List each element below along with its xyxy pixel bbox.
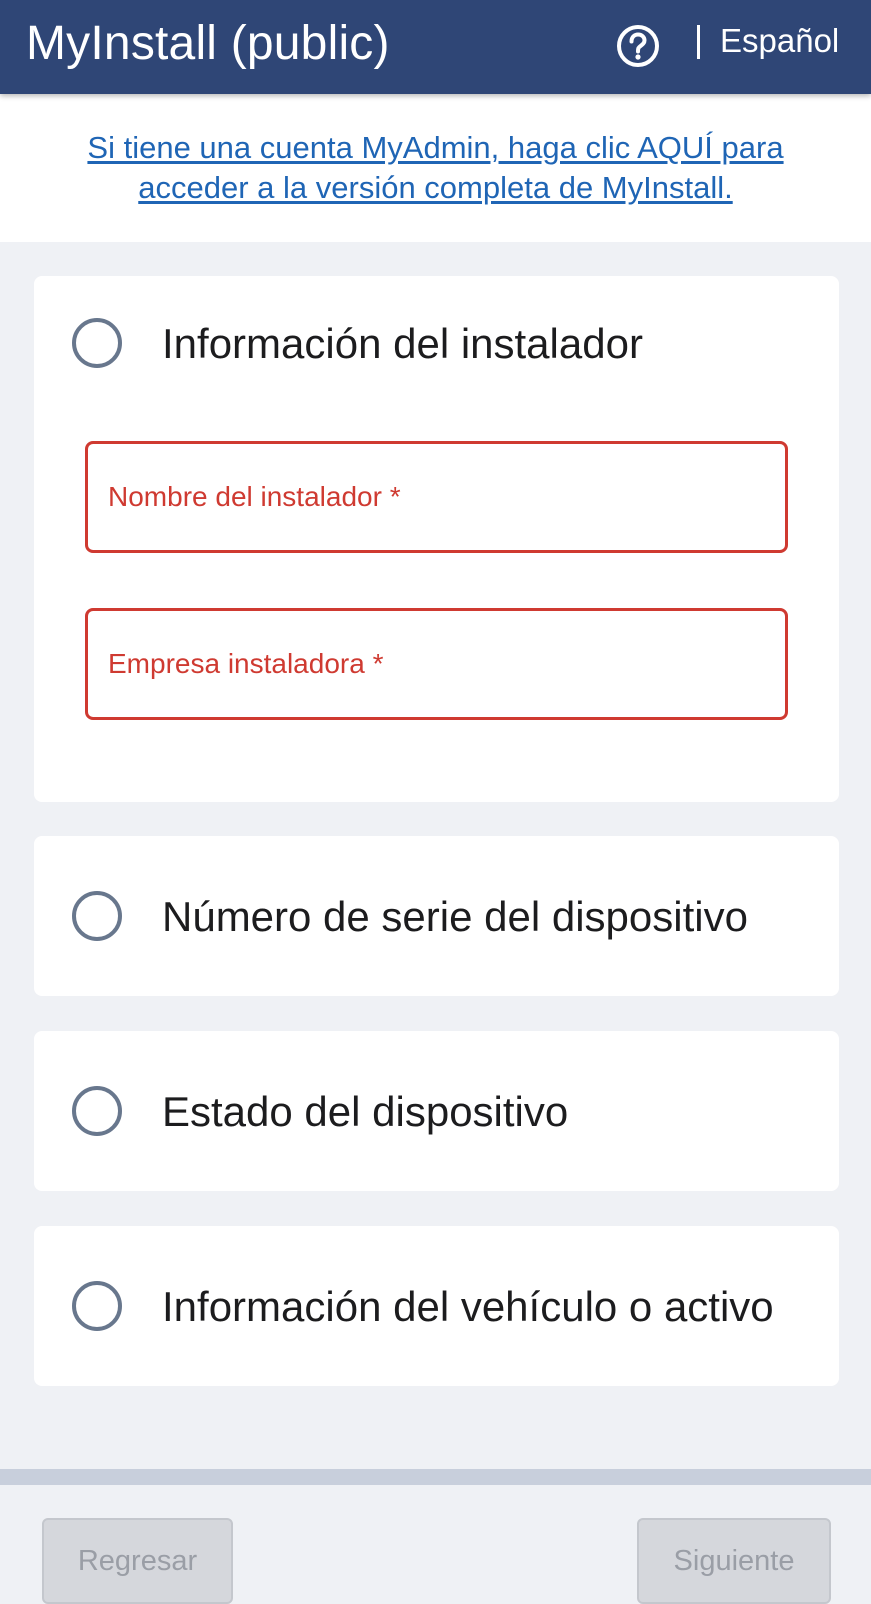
step-header-vehicle-info[interactable]: Información del vehículo o activo [34,1239,839,1373]
step-card-installer-info: Información del instalador [34,276,839,802]
header-divider [697,25,700,59]
step-title: Número de serie del dispositivo [162,893,748,940]
app-header: MyInstall (public) Español [0,0,871,94]
step-card-device-status: Estado del dispositivo [34,1031,839,1191]
footer-nav: Regresar Siguiente [0,1469,871,1604]
step-title: Estado del dispositivo [162,1088,569,1135]
step-status-circle-icon [72,318,122,368]
step-title: Información del instalador [162,320,643,367]
step-card-vehicle-info: Información del vehículo o activo [34,1226,839,1386]
myadmin-link[interactable]: Si tiene una cuenta MyAdmin, haga clic A… [40,128,831,208]
step-status-circle-icon [72,1281,122,1331]
language-selector[interactable]: Español [720,18,839,64]
back-button[interactable]: Regresar [42,1518,233,1604]
step-card-device-serial: Número de serie del dispositivo [34,836,839,996]
myadmin-banner: Si tiene una cuenta MyAdmin, haga clic A… [0,94,871,242]
installer-company-field[interactable] [85,608,788,720]
next-button[interactable]: Siguiente [637,1518,831,1604]
step-header-installer-info[interactable]: Información del instalador [34,276,839,410]
help-circle-icon[interactable] [614,22,662,70]
step-header-device-status[interactable]: Estado del dispositivo [34,1044,839,1178]
installer-name-input[interactable] [88,444,785,550]
step-header-device-serial[interactable]: Número de serie del dispositivo [34,849,839,983]
app-title: MyInstall (public) [26,17,390,70]
step-status-circle-icon [72,891,122,941]
installer-name-field[interactable] [85,441,788,553]
step-status-circle-icon [72,1086,122,1136]
step-title: Información del vehículo o activo [162,1283,774,1330]
installer-company-input[interactable] [88,611,785,717]
